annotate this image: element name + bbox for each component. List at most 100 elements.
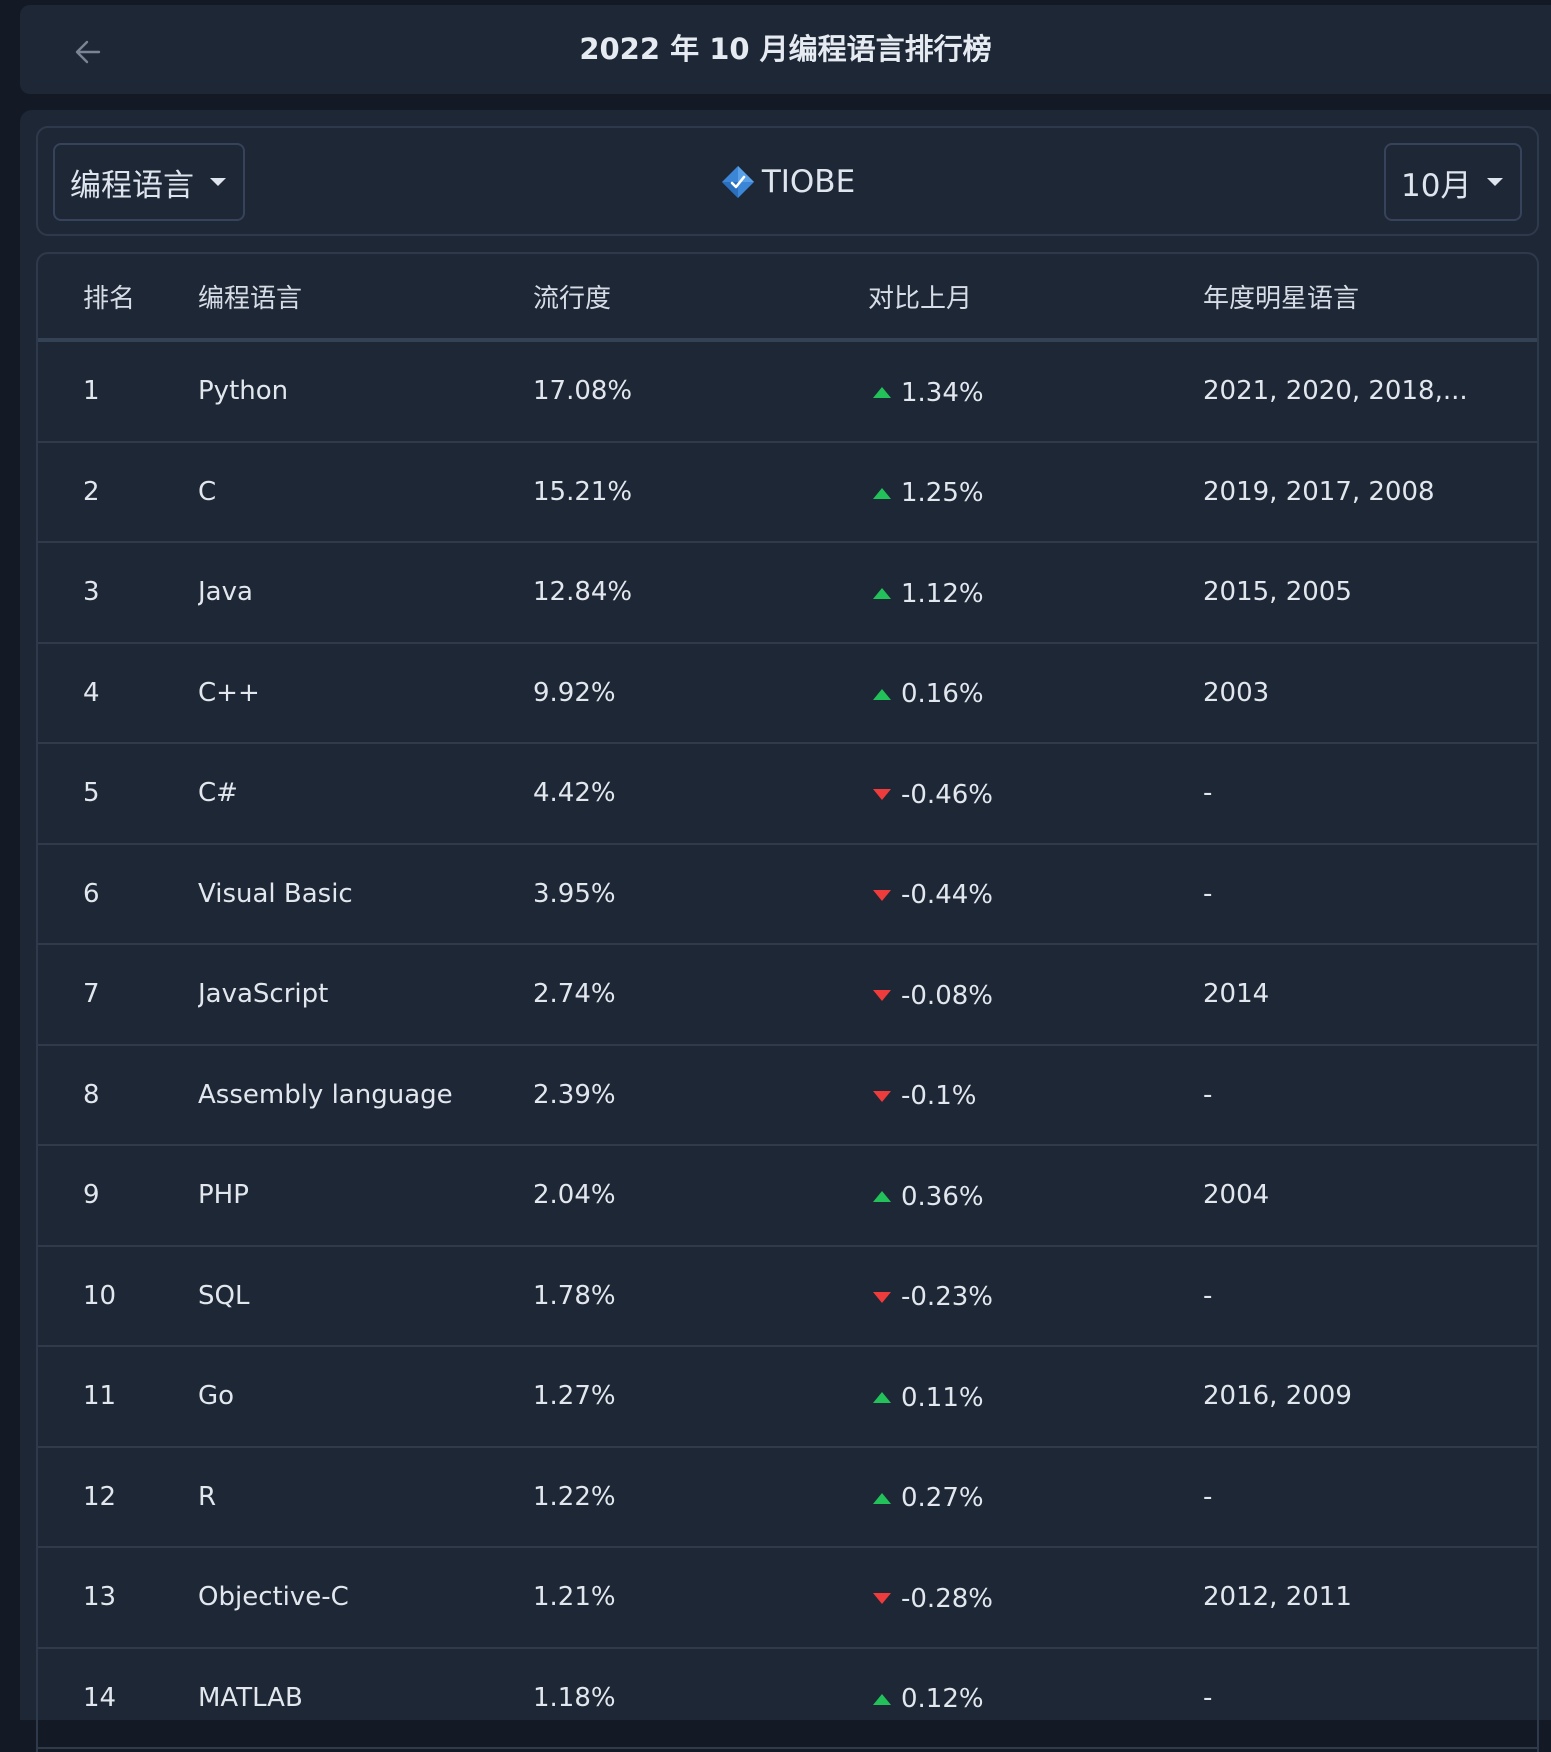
star-years-cell: 2021, 2020, 2018,... [1203, 340, 1537, 443]
change-cell: 0.36% [868, 1145, 1203, 1247]
popularity-cell: 3.95% [533, 843, 868, 945]
change-cell: -0.46% [868, 743, 1203, 845]
table-row[interactable]: 9 PHP 2.04% 0.36% 2004 [38, 1145, 1537, 1247]
star-years-cell: - [1203, 1044, 1537, 1146]
language-cell: Assembly language [198, 1044, 533, 1146]
month-select-value: 10月 [1401, 167, 1472, 204]
star-years-cell: - [1203, 1245, 1537, 1347]
triangle-down-icon [873, 789, 891, 800]
popularity-cell: 2.04% [533, 1145, 868, 1247]
triangle-up-icon [873, 1693, 891, 1705]
star-years-cell: - [1203, 1647, 1537, 1749]
page-header: 2022 年 10 月编程语言排行榜 [20, 5, 1551, 94]
triangle-up-icon [873, 1191, 891, 1202]
change-value: 1.12% [901, 578, 984, 609]
change-cell: -0.23% [868, 1245, 1203, 1347]
change-value: -0.23% [901, 1282, 993, 1312]
rank-cell: 2 [38, 441, 198, 543]
popularity-cell: 1.22% [533, 1446, 868, 1548]
table-row[interactable]: 2 C 15.21% 1.25% 2019, 2017, 2008 [38, 441, 1537, 543]
star-years-cell: 2015, 2005 [1203, 542, 1537, 644]
change-cell: 1.34% [868, 340, 1203, 443]
chevron-down-icon [1487, 178, 1504, 186]
star-years-cell: - [1203, 743, 1537, 845]
popularity-cell: 1.21% [533, 1547, 868, 1649]
triangle-down-icon [873, 1090, 891, 1102]
rank-cell: 1 [38, 340, 198, 443]
star-years-cell: - [1203, 843, 1537, 945]
popularity-cell: 17.08% [533, 340, 868, 443]
triangle-down-icon [873, 990, 891, 1001]
table-row[interactable]: 6 Visual Basic 3.95% -0.44% - [38, 843, 1537, 945]
triangle-up-icon [873, 588, 891, 599]
triangle-up-icon [873, 387, 891, 398]
ranking-panel: 编程语言 TIOBE 10月 排名 编程语言 流行度 对比上月 年度明星语言 1… [20, 110, 1551, 1752]
language-cell: Java [198, 542, 533, 644]
triangle-down-icon [873, 889, 891, 901]
change-cell: -0.1% [868, 1044, 1203, 1146]
popularity-cell: 1.27% [533, 1346, 868, 1448]
change-cell: 1.25% [868, 441, 1203, 543]
column-header-star-years: 年度明星语言 [1203, 254, 1537, 342]
table-row[interactable]: 5 C# 4.42% -0.46% - [38, 743, 1537, 845]
table-row[interactable]: 3 Java 12.84% 1.12% 2015, 2005 [38, 542, 1537, 644]
rank-cell: 14 [38, 1647, 198, 1749]
table-row[interactable]: 10 SQL 1.78% -0.23% - [38, 1245, 1537, 1347]
popularity-cell: 2.74% [533, 944, 868, 1046]
brand-name: TIOBE [761, 164, 856, 200]
rank-cell: 4 [38, 642, 198, 744]
column-header-popularity: 流行度 [533, 254, 868, 342]
rank-cell: 10 [38, 1245, 198, 1347]
rank-cell: 7 [38, 944, 198, 1046]
change-value: -0.44% [901, 880, 993, 910]
back-button[interactable] [68, 32, 108, 72]
language-cell: MATLAB [198, 1647, 533, 1749]
language-cell: R [198, 1446, 533, 1548]
change-value: 0.11% [901, 1382, 984, 1413]
rank-cell: 11 [38, 1346, 198, 1448]
popularity-cell: 2.39% [533, 1044, 868, 1146]
rank-cell: 12 [38, 1446, 198, 1548]
table-row[interactable]: 13 Objective-C 1.21% -0.28% 2012, 2011 [38, 1547, 1537, 1649]
rank-cell: 9 [38, 1145, 198, 1247]
table-row[interactable]: 7 JavaScript 2.74% -0.08% 2014 [38, 944, 1537, 1046]
table-row[interactable]: 1 Python 17.08% 1.34% 2021, 2020, 2018,... [38, 340, 1537, 443]
table-row[interactable]: 11 Go 1.27% 0.11% 2016, 2009 [38, 1346, 1537, 1448]
table-row[interactable]: 14 MATLAB 1.18% 0.12% - [38, 1647, 1537, 1749]
table-row[interactable]: 4 C++ 9.92% 0.16% 2003 [38, 642, 1537, 744]
rank-cell: 5 [38, 743, 198, 845]
change-cell: 0.11% [868, 1346, 1203, 1448]
change-cell: 0.12% [868, 1647, 1203, 1749]
rank-cell: 6 [38, 843, 198, 945]
month-select[interactable]: 10月 [1384, 143, 1522, 221]
popularity-cell: 1.78% [533, 1245, 868, 1347]
ranking-table: 排名 编程语言 流行度 对比上月 年度明星语言 1 Python 17.08% 1.3… [38, 254, 1537, 1749]
language-cell: C [198, 441, 533, 543]
language-cell: JavaScript [198, 944, 533, 1046]
rank-cell: 3 [38, 542, 198, 644]
column-header-change: 对比上月 [868, 254, 1203, 342]
table-header-row: 排名 编程语言 流行度 对比上月 年度明星语言 [38, 254, 1537, 342]
column-header-rank: 排名 [38, 254, 198, 342]
triangle-up-icon [873, 1392, 891, 1403]
change-cell: -0.44% [868, 843, 1203, 945]
triangle-down-icon [873, 1593, 891, 1604]
change-value: -0.46% [901, 779, 993, 810]
change-value: 0.27% [901, 1483, 984, 1513]
change-cell: 1.12% [868, 542, 1203, 644]
change-value: 0.36% [901, 1181, 984, 1212]
rank-cell: 8 [38, 1044, 198, 1146]
filter-toolbar: 编程语言 TIOBE 10月 [36, 126, 1539, 236]
language-cell: Python [198, 340, 533, 443]
language-cell: SQL [198, 1245, 533, 1347]
star-years-cell: - [1203, 1446, 1537, 1548]
table-row[interactable]: 12 R 1.22% 0.27% - [38, 1446, 1537, 1548]
change-value: -0.1% [901, 1081, 977, 1111]
rank-cell: 13 [38, 1547, 198, 1649]
brand: TIOBE [38, 143, 1537, 221]
language-cell: Objective-C [198, 1547, 533, 1649]
triangle-down-icon [873, 1291, 891, 1303]
star-years-cell: 2014 [1203, 944, 1537, 1046]
tiobe-logo-icon [721, 166, 754, 198]
table-row[interactable]: 8 Assembly language 2.39% -0.1% - [38, 1044, 1537, 1146]
